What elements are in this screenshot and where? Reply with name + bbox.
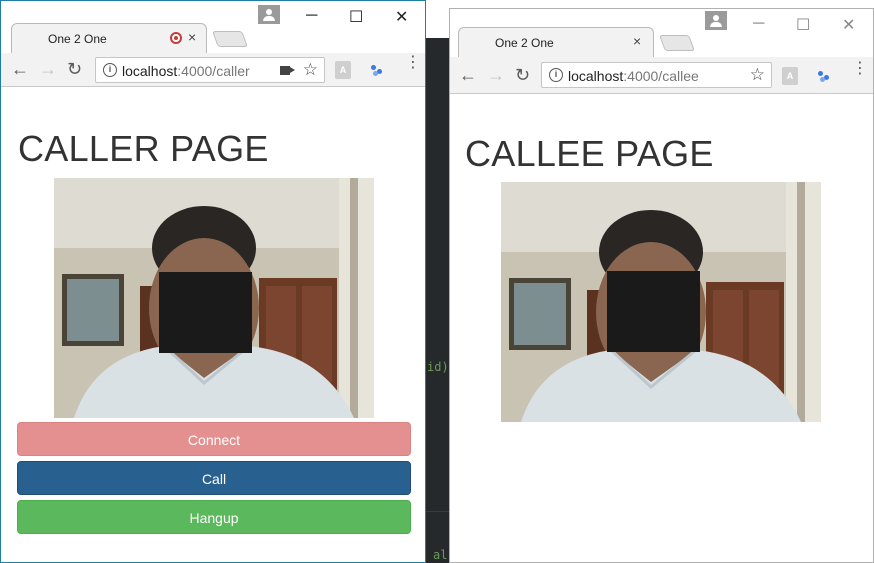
page-title: CALLER PAGE	[18, 128, 269, 169]
profile-icon[interactable]	[258, 5, 280, 24]
pdf-extension-icon[interactable]: A	[335, 61, 351, 79]
back-arrow-icon[interactable]: ←	[459, 65, 477, 86]
url-text[interactable]: localhost:4000/callee	[568, 68, 699, 84]
close-window-button[interactable]: ✕	[842, 15, 855, 35]
page-title: CALLEE PAGE	[465, 133, 714, 174]
browser-tab[interactable]: One 2 One ×	[458, 27, 654, 57]
recording-icon	[170, 32, 182, 44]
profile-icon[interactable]	[705, 11, 727, 30]
connect-button[interactable]: Connect	[17, 422, 411, 456]
code-snippet: id)	[427, 360, 449, 374]
address-bar[interactable]: i localhost:4000/callee ☆	[541, 62, 772, 88]
webcam-person-image	[54, 178, 374, 418]
browser-toolbar: ← → ↻ i localhost:4000/caller ☆ A ⋮	[1, 53, 425, 87]
browser-tab[interactable]: One 2 One ×	[11, 23, 207, 53]
extension-icon[interactable]	[369, 63, 385, 77]
maximize-button[interactable]: ☐	[349, 7, 363, 27]
maximize-button[interactable]: ☐	[796, 15, 810, 35]
remote-video-feed	[501, 182, 821, 422]
browser-menu-icon[interactable]: ⋮	[405, 55, 421, 71]
info-icon[interactable]: i	[549, 68, 563, 82]
back-arrow-icon[interactable]: ←	[11, 59, 29, 80]
minimize-button[interactable]: ─	[753, 15, 764, 33]
info-icon[interactable]: i	[103, 63, 117, 77]
url-text[interactable]: localhost:4000/caller	[122, 63, 250, 79]
page-content: CALLER PAGE Connect Call Hangup	[1, 88, 425, 562]
new-tab-button[interactable]	[212, 31, 248, 47]
callee-browser-window: One 2 One × ─ ☐ ✕ ← → ↻ i localhost:4000…	[449, 8, 874, 563]
pdf-extension-icon[interactable]: A	[782, 67, 798, 85]
forward-arrow-icon[interactable]: →	[487, 65, 505, 86]
code-snippet: al	[433, 548, 448, 562]
reload-icon[interactable]: ↻	[515, 65, 530, 86]
reload-icon[interactable]: ↻	[67, 59, 82, 80]
close-window-button[interactable]: ✕	[395, 7, 408, 27]
tab-title: One 2 One	[48, 32, 107, 46]
bookmark-star-icon[interactable]: ☆	[750, 65, 765, 85]
forward-arrow-icon[interactable]: →	[39, 59, 57, 80]
hangup-button[interactable]: Hangup	[17, 500, 411, 534]
camera-in-use-icon[interactable]	[280, 66, 295, 75]
address-bar[interactable]: i localhost:4000/caller ☆	[95, 57, 325, 83]
tab-close-icon[interactable]: ×	[188, 29, 196, 45]
extension-icon[interactable]	[816, 69, 832, 83]
minimize-button[interactable]: ─	[306, 7, 317, 25]
caller-browser-window: One 2 One × ─ ☐ ✕ ← → ↻ i localhost:4000…	[0, 0, 426, 563]
tab-close-icon[interactable]: ×	[633, 33, 641, 49]
browser-menu-icon[interactable]: ⋮	[852, 61, 868, 77]
webcam-person-image	[501, 182, 821, 422]
page-content: CALLEE PAGE	[450, 95, 873, 562]
local-video-feed	[54, 178, 374, 418]
new-tab-button[interactable]	[659, 35, 695, 51]
call-button[interactable]: Call	[17, 461, 411, 495]
browser-toolbar: ← → ↻ i localhost:4000/callee ☆ A ⋮	[450, 57, 873, 94]
bookmark-star-icon[interactable]: ☆	[303, 60, 318, 80]
title-bar: One 2 One × ─ ☐ ✕	[1, 1, 425, 53]
tab-title: One 2 One	[495, 36, 554, 50]
title-bar: One 2 One × ─ ☐ ✕	[450, 9, 873, 61]
